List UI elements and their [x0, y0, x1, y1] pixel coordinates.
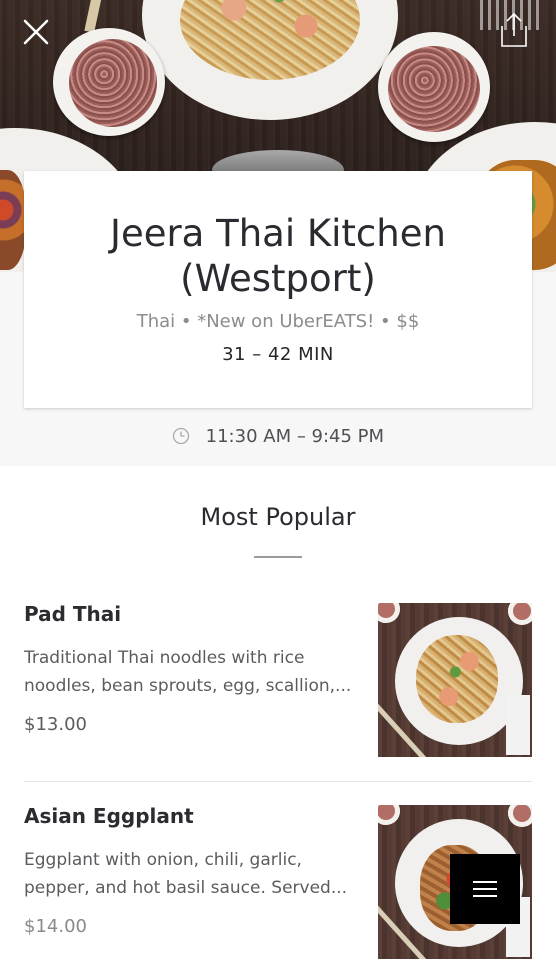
item-name: Asian Eggplant [24, 804, 194, 828]
hamburger-line [473, 888, 497, 890]
item-divider [24, 781, 532, 782]
share-button[interactable] [494, 10, 534, 50]
restaurant-name: Jeera Thai Kitchen (Westport) [24, 211, 532, 301]
item-description-line2: pepper, and hot basil sauce. Served... [24, 878, 348, 898]
close-icon [23, 19, 49, 45]
rice-right [388, 46, 480, 132]
close-button[interactable] [18, 14, 54, 50]
share-icon [501, 12, 527, 47]
restaurant-name-line2: (Westport) [180, 257, 376, 300]
item-price: $14.00 [24, 916, 87, 937]
photo-food [416, 635, 498, 723]
item-description: Eggplant with onion, chili, garlic, pepp… [24, 846, 354, 902]
menu-button[interactable] [450, 854, 520, 924]
restaurant-meta: Thai • *New on UberEATS! • $$ [136, 311, 420, 332]
item-name: Pad Thai [24, 602, 122, 626]
section-title: Most Popular [200, 503, 356, 531]
restaurant-name-line1: Jeera Thai Kitchen [110, 212, 446, 255]
hamburger-line [473, 881, 497, 883]
item-description-line1: Traditional Thai noodles with rice [24, 648, 305, 668]
rice-bowl [508, 603, 532, 625]
restaurant-info-card: Jeera Thai Kitchen (Westport) Thai • *Ne… [24, 171, 532, 408]
hamburger-line [473, 895, 497, 897]
section-divider [254, 556, 302, 558]
delivery-eta: 31 – 42 MIN [222, 344, 334, 365]
item-price: $13.00 [24, 714, 87, 735]
rice-bowl [508, 805, 532, 827]
item-description: Traditional Thai noodles with rice noodl… [24, 644, 354, 700]
menu-item-pad-thai[interactable]: Pad Thai Traditional Thai noodles with r… [0, 600, 556, 790]
sauce-bowl [378, 805, 400, 825]
sauce-bowl [378, 603, 400, 623]
opening-hours: 11:30 AM – 9:45 PM [0, 426, 556, 450]
clock-icon [172, 427, 190, 445]
hours-text: 11:30 AM – 9:45 PM [205, 426, 385, 447]
item-description-line1: Eggplant with onion, chili, garlic, [24, 850, 302, 870]
rice-left [69, 39, 157, 127]
item-photo-pad-thai [378, 603, 532, 757]
item-description-line2: noodles, bean sprouts, egg, scallion,... [24, 676, 352, 696]
photo-napkin [506, 695, 530, 755]
